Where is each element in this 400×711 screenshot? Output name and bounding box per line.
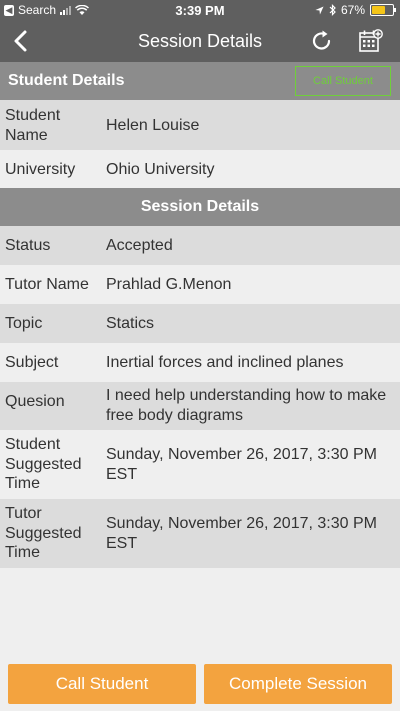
battery-percent: 67% <box>340 3 365 17</box>
topic-row: Topic Statics <box>0 304 400 343</box>
location-arrow-icon <box>315 5 324 15</box>
call-student-header-button[interactable]: Call Student <box>295 66 391 96</box>
bluetooth-icon <box>329 4 336 16</box>
battery-icon <box>370 4 396 16</box>
row-value: Sunday, November 26, 2017, 3:30 PM EST <box>106 446 377 483</box>
subject-row: Subject Inertial forces and inclined pla… <box>0 343 400 382</box>
row-value: Inertial forces and inclined planes <box>106 354 344 371</box>
student-name-row: Student Name Helen Louise <box>0 100 400 150</box>
row-value: Helen Louise <box>106 117 200 134</box>
navigation-bar: Session Details <box>0 20 400 62</box>
row-value: I need help understanding how to make fr… <box>106 387 387 424</box>
tutor-name-row: Tutor Name Prahlad G.Menon <box>0 265 400 304</box>
row-label: Status <box>5 237 51 254</box>
session-details-title: Session Details <box>140 198 260 215</box>
row-label: Student Suggested Time <box>5 436 82 492</box>
row-label: Subject <box>5 354 59 371</box>
row-value: Sunday, November 26, 2017, 3:30 PM EST <box>106 515 377 552</box>
student-suggested-time-row: Student Suggested Time Sunday, November … <box>0 430 400 499</box>
status-right: 67% <box>315 3 396 17</box>
row-value: Statics <box>106 315 155 332</box>
page-title: Session Details <box>137 31 263 51</box>
row-label: Topic <box>5 315 43 332</box>
row-label: Tutor Suggested Time <box>5 505 82 561</box>
row-value: Prahlad G.Menon <box>106 276 232 293</box>
calendar-icon[interactable] <box>356 27 384 55</box>
row-label: Tutor Name <box>5 276 89 293</box>
call-student-button[interactable]: Call Student <box>8 664 196 704</box>
row-label: Quesion <box>5 393 65 410</box>
university-row: University Ohio University <box>0 150 400 188</box>
row-value: Ohio University <box>106 161 215 178</box>
refresh-icon[interactable] <box>309 28 335 54</box>
tutor-suggested-time-row: Tutor Suggested Time Sunday, November 26… <box>0 499 400 568</box>
row-value: Accepted <box>106 237 173 254</box>
student-details-title: Student Details <box>8 72 125 89</box>
row-label: Student Name <box>5 107 61 144</box>
question-row: Quesion I need help understanding how to… <box>0 382 400 430</box>
row-label: University <box>5 161 76 178</box>
complete-session-button[interactable]: Complete Session <box>204 664 392 704</box>
status-row: Status Accepted <box>0 226 400 265</box>
status-bar: ◀ Search 3:39 PM 67% <box>0 0 400 20</box>
session-details-header: Session Details <box>0 188 400 226</box>
student-details-header: Student Details Call Student <box>0 62 400 100</box>
